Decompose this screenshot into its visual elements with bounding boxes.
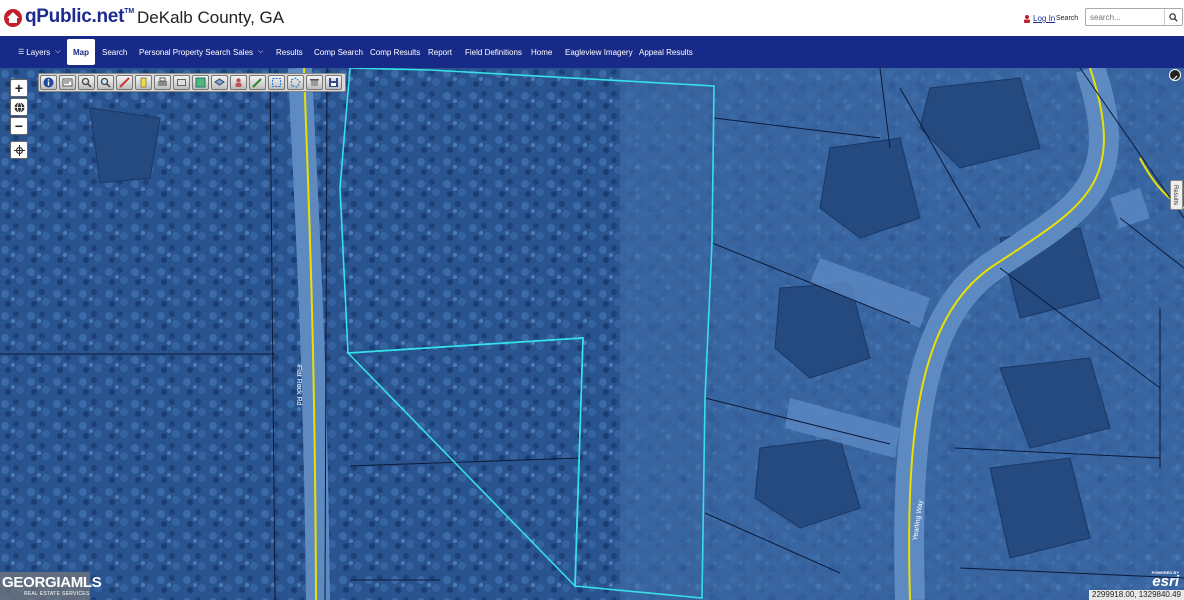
nav-comp-results[interactable]: Comp Results xyxy=(370,36,420,68)
nav-appeal-results-label: Appeal Results xyxy=(639,47,693,57)
county-title: DeKalb County, GA xyxy=(137,8,285,27)
person-icon xyxy=(235,78,242,87)
nav-sales[interactable]: Sales ⌵ xyxy=(233,36,263,68)
chevron-down-icon: ⌵ xyxy=(55,48,61,55)
nav-eagleview-imagery[interactable]: Eagleview Imagery xyxy=(565,36,633,68)
pan-tool[interactable] xyxy=(78,75,95,90)
nav-eagleview-label: Eagleview Imagery xyxy=(565,47,633,57)
qpublic-logo[interactable]: qPublic.net TM xyxy=(2,6,134,28)
select-poly-tool[interactable] xyxy=(287,75,304,90)
logo-tm: TM xyxy=(124,7,135,15)
road-label-flat-rock: Flat Rock Rd xyxy=(295,365,302,406)
map-viewport[interactable]: + − Results Flat Rock Rd Yearling Way GE… xyxy=(0,68,1184,600)
zoom-in-button[interactable]: + xyxy=(10,79,28,97)
nav-field-definitions-label: Field Definitions xyxy=(465,47,522,57)
nav-home-label: Home xyxy=(531,47,553,57)
plus-icon: + xyxy=(14,80,24,96)
app-header: qPublic.net TM DeKalb County, GA Log In … xyxy=(0,0,1184,36)
globe-icon xyxy=(14,101,24,113)
fullscreen-button[interactable] xyxy=(1169,69,1181,81)
select-poly-icon xyxy=(290,77,301,88)
identify-icon xyxy=(62,78,73,87)
map-toolbar xyxy=(38,73,346,92)
georgia-mls-watermark: GEORGIAMLS REAL ESTATE SERVICES xyxy=(0,572,102,600)
nav-report[interactable]: Report xyxy=(428,36,452,68)
info-tool[interactable] xyxy=(40,75,57,90)
draw-icon xyxy=(252,78,262,88)
search-button[interactable] xyxy=(1164,9,1182,25)
locate-button[interactable] xyxy=(10,141,28,159)
watermark-sub-text: REAL ESTATE SERVICES xyxy=(24,591,90,597)
print-tool[interactable] xyxy=(154,75,171,90)
results-side-tab[interactable]: Results xyxy=(1170,180,1183,210)
nav-map-label: Map xyxy=(73,47,89,57)
chevron-down-icon: ⌵ xyxy=(258,48,264,55)
nav-personal-property-label: Personal Property Search xyxy=(139,47,231,57)
screenshot-tool[interactable] xyxy=(173,75,190,90)
expand-icon xyxy=(1172,75,1178,81)
layers-icon: ☰ xyxy=(18,49,25,56)
zoom-out-button[interactable]: − xyxy=(10,117,28,135)
save-tool[interactable] xyxy=(325,75,342,90)
nav-search-label: Search xyxy=(102,47,128,57)
measure-icon xyxy=(119,77,130,88)
nav-comp-search-label: Comp Search xyxy=(314,47,363,57)
zoom-select-icon xyxy=(100,77,111,88)
house-logo-icon xyxy=(4,9,22,27)
marker-icon xyxy=(140,77,147,88)
select-tool[interactable] xyxy=(192,75,209,90)
select-icon xyxy=(195,77,206,88)
aerial-map-imagery[interactable] xyxy=(0,68,1184,600)
crosshair-icon xyxy=(13,144,25,156)
draw-tool[interactable] xyxy=(249,75,266,90)
login-link[interactable]: Log In xyxy=(1024,14,1055,23)
logo-text: qPublic.net xyxy=(25,6,125,27)
globe-button[interactable] xyxy=(10,98,28,116)
info-icon xyxy=(43,77,54,88)
zoom-select-tool[interactable] xyxy=(97,75,114,90)
search-icon xyxy=(1169,12,1178,22)
search-input[interactable] xyxy=(1090,11,1164,24)
esri-attribution[interactable]: POWERED BY esri xyxy=(1152,570,1179,589)
results-tab-label: Results xyxy=(1172,185,1178,206)
nav-comp-search[interactable]: Comp Search xyxy=(314,36,363,68)
save-icon xyxy=(329,78,338,87)
nav-results-label: Results xyxy=(276,47,303,57)
layers-tool-icon xyxy=(214,78,225,86)
nav-home[interactable]: Home xyxy=(531,36,552,68)
esri-logo: esri xyxy=(1152,573,1179,590)
print-icon xyxy=(158,77,167,86)
clear-icon xyxy=(310,79,319,86)
nav-sales-label: Sales xyxy=(233,47,254,57)
nav-layers[interactable]: ☰ Layers ⌵ xyxy=(18,36,61,68)
select-box-tool[interactable] xyxy=(268,75,285,90)
pan-icon xyxy=(81,77,92,88)
measure-tool[interactable] xyxy=(116,75,133,90)
person-tool[interactable] xyxy=(230,75,247,90)
search-box[interactable] xyxy=(1085,8,1183,26)
nav-field-definitions[interactable]: Field Definitions xyxy=(465,36,522,68)
search-label: Search xyxy=(1056,15,1079,22)
select-box-icon xyxy=(272,78,281,87)
nav-comp-results-label: Comp Results xyxy=(370,47,421,57)
clear-tool[interactable] xyxy=(306,75,323,90)
nav-search[interactable]: Search xyxy=(102,36,127,68)
user-icon xyxy=(1024,14,1030,23)
nav-report-label: Report xyxy=(428,47,453,57)
layers-tool[interactable] xyxy=(211,75,228,90)
marker-tool[interactable] xyxy=(135,75,152,90)
identify-tool[interactable] xyxy=(59,75,76,90)
watermark-main-text: GEORGIAMLS xyxy=(2,574,102,591)
nav-results[interactable]: Results xyxy=(276,36,303,68)
nav-map[interactable]: Map xyxy=(67,39,95,65)
coordinate-readout: 2299918.00, 1329840.49 xyxy=(1089,590,1184,600)
nav-appeal-results[interactable]: Appeal Results xyxy=(639,36,693,68)
login-label[interactable]: Log In xyxy=(1033,14,1055,23)
main-nav: ☰ Layers ⌵ Map Search Personal Property … xyxy=(0,36,1184,68)
minus-icon: − xyxy=(14,118,24,134)
screenshot-icon xyxy=(177,79,186,86)
nav-layers-label: Layers xyxy=(26,47,51,57)
nav-personal-property-search[interactable]: Personal Property Search xyxy=(139,36,231,68)
